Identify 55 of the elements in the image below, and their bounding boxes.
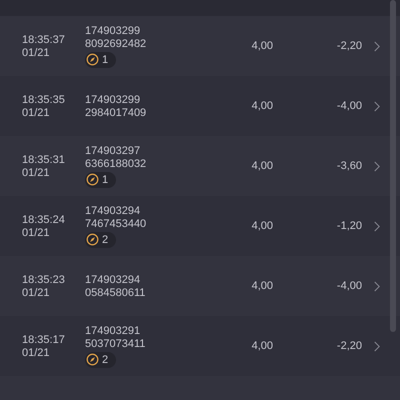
row-time: 18:35:37 <box>22 34 66 46</box>
result-amount: -1,20 <box>336 220 362 232</box>
count-badge: 1 <box>85 52 116 68</box>
stake-amount: 4,00 <box>250 40 273 52</box>
list-row[interactable]: 18:35:24 01/21 174903294 7467453440 2 4,00 -1,20 <box>0 196 400 256</box>
compass-icon <box>86 173 99 186</box>
row-id: 5037073411 <box>85 338 146 350</box>
chevron-right-icon <box>374 280 380 292</box>
result-amount: -2,20 <box>336 340 362 352</box>
row-date: 01/21 <box>22 226 51 238</box>
result-amount: -3,60 <box>336 160 362 172</box>
row-date: 01/21 <box>22 46 51 58</box>
compass-icon <box>86 233 99 246</box>
row-id: 0584580611 <box>85 286 146 298</box>
result-amount: -2,20 <box>336 40 362 52</box>
count-badge: 2 <box>85 352 116 368</box>
row-id: 174903297 <box>85 144 142 156</box>
row-time: 18:35:35 <box>22 94 66 106</box>
row-date: 01/21 <box>22 286 51 298</box>
row-date: 01/21 <box>22 346 51 358</box>
count-badge: 2 <box>85 232 116 248</box>
chevron-right-icon <box>374 100 380 112</box>
row-time: 18:35:24 <box>22 214 66 226</box>
compass-icon <box>86 353 99 366</box>
compass-icon <box>86 53 99 66</box>
row-id: 174903294 <box>85 274 142 286</box>
row-time: 18:35:17 <box>22 334 66 346</box>
chevron-right-icon <box>374 40 380 52</box>
chevron-right-icon <box>374 340 380 352</box>
row-time: 18:35:23 <box>22 274 66 286</box>
row-id: 174903294 <box>85 204 142 216</box>
row-id: 174903299 <box>85 94 142 106</box>
result-amount: -4,00 <box>336 280 362 292</box>
stake-amount: 4,00 <box>250 280 273 292</box>
chevron-right-icon <box>374 220 380 232</box>
row-date: 01/21 <box>22 106 51 118</box>
row-date: 01/21 <box>22 166 51 178</box>
list-row[interactable]: 18:35:35 01/21 174903299 2984017409 4,00 -4,00 <box>0 76 400 136</box>
result-amount: -4,00 <box>336 100 362 112</box>
row-id: 174903291 <box>85 324 142 336</box>
row-id: 7467453440 <box>85 218 148 230</box>
count-badge: 1 <box>85 172 116 188</box>
scrollbar[interactable] <box>390 0 396 332</box>
stake-amount: 4,00 <box>250 340 273 352</box>
list-row[interactable] <box>0 0 400 16</box>
row-time: 18:35:31 <box>22 154 66 166</box>
list-row[interactable]: 18:35:17 01/21 174903291 5037073411 2 4,00 -2,20 <box>0 316 400 376</box>
row-id: 174903299 <box>85 24 142 36</box>
stake-amount: 4,00 <box>250 220 273 232</box>
chevron-right-icon <box>374 160 380 172</box>
stake-amount: 4,00 <box>250 160 273 172</box>
stake-amount: 4,00 <box>250 100 273 112</box>
row-id: 2984017409 <box>85 106 148 118</box>
row-id: 6366188032 <box>85 158 148 170</box>
row-id: 8092692482 <box>85 38 148 50</box>
